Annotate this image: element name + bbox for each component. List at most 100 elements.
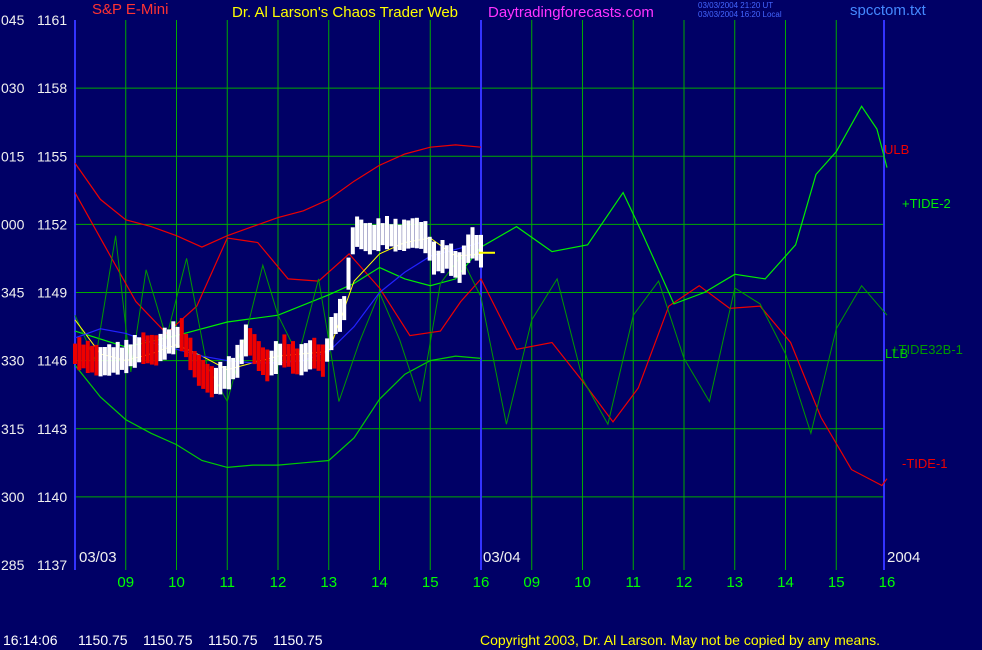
price-bar bbox=[440, 240, 445, 274]
price-bar bbox=[235, 344, 240, 378]
price-bar bbox=[479, 234, 483, 268]
session-label: 03/04 bbox=[483, 549, 521, 566]
year-label: 2004 bbox=[887, 549, 920, 566]
price-bar bbox=[380, 223, 385, 246]
price-bar bbox=[73, 343, 77, 364]
y-angle-label: 315 bbox=[1, 421, 25, 437]
x-hour-label: 14 bbox=[371, 574, 388, 591]
price-bar bbox=[128, 344, 133, 367]
price-bar bbox=[291, 341, 295, 374]
y-price-label: 1146 bbox=[37, 353, 67, 369]
x-hour-label: 14 bbox=[777, 574, 794, 591]
x-hour-label: 11 bbox=[219, 574, 235, 591]
session-label: 03/03 bbox=[79, 549, 117, 566]
price-bar bbox=[111, 347, 116, 373]
price-bar bbox=[192, 351, 197, 378]
legend-ulb: ULB bbox=[884, 142, 909, 157]
price-bar bbox=[141, 332, 146, 364]
price-bar bbox=[98, 347, 103, 377]
price-bar bbox=[162, 327, 167, 360]
y-angle-label: 330 bbox=[1, 353, 25, 369]
price-bar bbox=[94, 344, 99, 376]
x-hour-label: 12 bbox=[676, 574, 693, 591]
price-bar bbox=[90, 345, 95, 373]
price-bar bbox=[299, 344, 304, 376]
price-bar bbox=[312, 337, 317, 369]
y-angle-label: 015 bbox=[1, 148, 25, 164]
site-name: Daytradingforecasts.com bbox=[488, 4, 654, 21]
timestamp-utc: 03/03/2004 21:20 UT bbox=[698, 1, 773, 10]
price-bar bbox=[77, 337, 82, 371]
price-bar bbox=[205, 363, 210, 393]
price-bar bbox=[410, 218, 415, 248]
x-hour-label: 16 bbox=[879, 574, 896, 591]
status-low: 1150.75 bbox=[208, 632, 258, 648]
status-open: 1150.75 bbox=[78, 632, 128, 648]
price-bar bbox=[470, 227, 475, 259]
price-bar bbox=[171, 321, 176, 355]
price-bar bbox=[282, 334, 287, 368]
price-bar bbox=[436, 250, 441, 272]
price-bar bbox=[261, 347, 265, 375]
price-bar bbox=[350, 227, 355, 255]
y-price-label: 1137 bbox=[37, 557, 67, 573]
price-bar bbox=[102, 347, 107, 376]
y-angle-label: 030 bbox=[1, 80, 25, 96]
price-bar bbox=[338, 298, 342, 332]
price-bar bbox=[372, 224, 377, 251]
price-bar bbox=[457, 252, 462, 283]
x-hour-label: 12 bbox=[270, 574, 287, 591]
price-bar bbox=[329, 317, 334, 351]
price-bar bbox=[269, 350, 274, 376]
price-bar bbox=[222, 366, 227, 389]
price-bar bbox=[188, 337, 193, 371]
price-bar bbox=[120, 347, 124, 370]
y-price-label: 1152 bbox=[37, 216, 67, 232]
price-bar bbox=[376, 218, 381, 252]
price-bars bbox=[73, 216, 495, 398]
y-price-label: 1161 bbox=[37, 12, 67, 28]
price-bar bbox=[444, 245, 449, 269]
price-bar bbox=[414, 217, 419, 249]
x-hour-label: 11 bbox=[625, 574, 641, 591]
price-bar bbox=[367, 222, 372, 255]
y-angle-label: 000 bbox=[1, 216, 25, 232]
price-bar bbox=[295, 348, 300, 375]
price-bar bbox=[209, 366, 214, 398]
price-bar bbox=[81, 344, 86, 369]
price-bar bbox=[432, 241, 436, 275]
price-bar bbox=[325, 338, 330, 362]
price-bar bbox=[218, 361, 223, 395]
price-bar bbox=[137, 337, 142, 363]
y-price-label: 1140 bbox=[37, 489, 67, 505]
price-bar bbox=[115, 341, 120, 375]
x-hour-label: 09 bbox=[523, 574, 540, 591]
price-bar bbox=[196, 354, 201, 386]
copyright-notice: Copyright 2003, Dr. Al Larson. May not b… bbox=[480, 632, 880, 648]
x-hour-label: 09 bbox=[117, 574, 134, 591]
price-bar bbox=[342, 296, 347, 321]
price-bar bbox=[449, 243, 454, 276]
x-hour-label: 15 bbox=[422, 574, 439, 591]
price-bar bbox=[466, 234, 471, 263]
file-name: spcctom.txt bbox=[850, 2, 927, 19]
price-bar bbox=[175, 326, 180, 348]
price-bar bbox=[355, 216, 360, 247]
price-bar bbox=[402, 219, 407, 251]
price-bar bbox=[145, 335, 150, 364]
chart-title: Dr. Al Larson's Chaos Trader Web bbox=[232, 4, 458, 21]
price-bar bbox=[179, 318, 184, 352]
x-hour-label: 10 bbox=[574, 574, 591, 591]
price-bar bbox=[167, 329, 171, 354]
price-bar bbox=[85, 340, 90, 373]
price-bar bbox=[107, 344, 112, 376]
legend-tide-2: +TIDE-2 bbox=[902, 196, 951, 211]
x-hour-label: 16 bbox=[473, 574, 490, 591]
y-angle-label: 345 bbox=[1, 285, 25, 301]
price-bar bbox=[453, 251, 458, 278]
legend-llb: LLB bbox=[885, 346, 908, 361]
timestamp-local: 03/03/2004 16:20 Local bbox=[698, 10, 782, 19]
price-bar bbox=[474, 235, 479, 261]
y-price-label: 1143 bbox=[37, 421, 67, 437]
price-bar bbox=[226, 356, 231, 390]
